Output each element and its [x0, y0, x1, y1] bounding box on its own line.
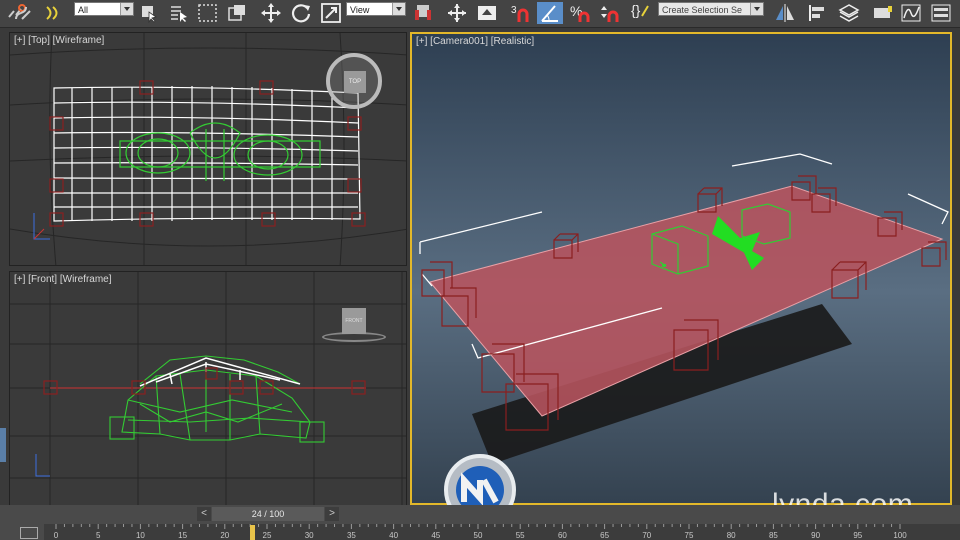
top-viewport-label[interactable]: [+] [Top] [Wireframe]	[14, 35, 104, 46]
timeline-tick-label: 100	[893, 531, 907, 540]
camera-viewport-label[interactable]: [+] [Camera001] [Realistic]	[416, 36, 534, 47]
render-setup-icon[interactable]	[870, 2, 896, 24]
timeline-tick-label: 25	[263, 531, 272, 540]
top-viewcube[interactable]: TOP	[326, 53, 382, 109]
viewcube-face-top[interactable]: TOP	[344, 71, 366, 93]
snap-number: 3	[511, 5, 517, 16]
mirror-icon[interactable]	[772, 2, 798, 24]
snaps-toggle-icon[interactable]: 3	[508, 2, 534, 24]
timeline-tick-label: 45	[431, 531, 440, 540]
time-slider-prev-button[interactable]: <	[197, 507, 211, 521]
scale-icon[interactable]	[318, 2, 344, 24]
schematic-view-icon[interactable]	[928, 2, 954, 24]
timeline-tick-label: 75	[685, 531, 694, 540]
reference-coordinate-value: View	[350, 5, 370, 15]
timeline-tick-label: 50	[474, 531, 483, 540]
window-crossing-icon[interactable]	[224, 2, 250, 24]
current-frame-marker[interactable]	[250, 525, 255, 540]
timeline-ruler[interactable]: 0 5 10 15 20 25 30 35 40 45 50 55 60 65 70 75 80 85 90 95 10…	[44, 524, 960, 540]
timeline-ticks: 0 5 10 15 20 25 30 35 40 45 50 55 60 65 70 75 80 85 90 95 10…	[54, 524, 907, 540]
timeline-tick-label: 85	[769, 531, 778, 540]
timeline-tick-label: 30	[305, 531, 314, 540]
front-viewcube[interactable]: FRONT	[322, 304, 386, 346]
selection-filter-value: All	[78, 5, 89, 15]
mini-curve-editor-icon[interactable]	[20, 527, 38, 539]
angle-snap-icon[interactable]	[537, 2, 563, 24]
top-viewport[interactable]: [+] [Top] [Wireframe] TOP	[9, 32, 407, 266]
chevron-down-icon	[120, 3, 133, 15]
main-toolbar: All View 3 % {} Create Selection Se	[0, 0, 960, 28]
time-slider-next-button[interactable]: >	[325, 507, 339, 521]
edit-named-sets-icon[interactable]: {}	[628, 2, 654, 24]
timeline-tick-label: 0	[54, 531, 59, 540]
timeline-tick-label: 5	[96, 531, 101, 540]
percent-snap-icon[interactable]: %	[566, 2, 592, 24]
front-viewport-label[interactable]: [+] [Front] [Wireframe]	[14, 274, 112, 285]
camera-viewport[interactable]: [+] [Camera001] [Realistic] lynda.com	[410, 32, 952, 505]
timeline-tick-label: 15	[178, 531, 187, 540]
rect-region-icon[interactable]	[196, 2, 220, 24]
timeline-tick-label: 65	[600, 531, 609, 540]
timeline-tick-label: 40	[389, 531, 398, 540]
selection-set-dropdown[interactable]: Create Selection Se	[658, 2, 764, 16]
timeline-tick-label: 80	[727, 531, 736, 540]
layer-manager-icon[interactable]	[836, 2, 862, 24]
timeline-tick-label: 20	[220, 531, 229, 540]
time-slider-area: < 24 / 100 > 0 5 10 15 20 25 30 35 40 45 50 55 60 65 7…	[0, 505, 960, 540]
chevron-down-icon	[750, 3, 763, 15]
timeline-tick-label: 90	[811, 531, 820, 540]
time-slider[interactable]: 24 / 100	[212, 507, 324, 521]
timeline-tick-label: 55	[516, 531, 525, 540]
svg-text:{}: {}	[631, 2, 641, 18]
move-icon[interactable]	[258, 2, 284, 24]
reference-coordinate-dropdown[interactable]: View	[346, 2, 406, 16]
bind-spacewarp-icon[interactable]	[41, 2, 67, 24]
pivot-icon[interactable]	[410, 2, 436, 24]
camera-viewport-canvas[interactable]	[412, 34, 950, 503]
selection-filter-dropdown[interactable]: All	[74, 2, 134, 16]
select-by-name-icon[interactable]	[166, 2, 192, 24]
select-manipulate-icon[interactable]	[444, 2, 470, 24]
timeline-tick-label: 10	[136, 531, 145, 540]
left-panel-tab[interactable]	[0, 428, 6, 462]
unlink-icon[interactable]	[11, 2, 35, 24]
timeline-tick-label: 60	[558, 531, 567, 540]
timeline-tick-label: 95	[853, 531, 862, 540]
selection-set-placeholder: Create Selection Se	[662, 5, 743, 15]
select-object-icon[interactable]	[138, 2, 160, 24]
viewcube-face-front[interactable]: FRONT	[342, 308, 366, 334]
keyboard-shortcut-icon[interactable]	[474, 2, 500, 24]
align-icon[interactable]	[804, 2, 830, 24]
chevron-down-icon	[392, 3, 405, 15]
spinner-snap-icon[interactable]	[595, 2, 621, 24]
front-viewport[interactable]: [+] [Front] [Wireframe] FRONT	[9, 271, 407, 506]
rotate-icon[interactable]	[288, 2, 314, 24]
timeline-tick-label: 35	[347, 531, 356, 540]
timeline-tick-label: 70	[642, 531, 651, 540]
curve-editor-icon[interactable]	[898, 2, 924, 24]
